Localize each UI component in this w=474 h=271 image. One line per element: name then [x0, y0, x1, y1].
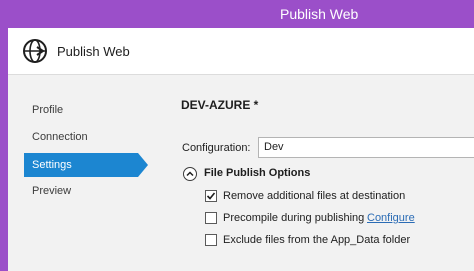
nav-item-settings[interactable]: Settings	[24, 153, 138, 177]
configuration-select[interactable]: Dev	[258, 137, 474, 158]
exclude-app-data-label: Exclude files from the App_Data folder	[223, 234, 411, 246]
configure-link[interactable]: Configure	[367, 212, 415, 224]
nav-item-connection[interactable]: Connection	[24, 125, 138, 149]
publish-web-window: Publish Web Publish Web Profile Connecti…	[0, 0, 474, 271]
dialog-title: Publish Web	[57, 44, 130, 59]
window-title: Publish Web	[280, 6, 359, 22]
remove-files-checkbox[interactable]	[205, 190, 217, 202]
section-title: File Publish Options	[204, 167, 311, 179]
configuration-label: Configuration:	[182, 142, 251, 154]
title-bar: Publish Web	[0, 0, 474, 28]
remove-files-label: Remove additional files at destination	[223, 190, 406, 202]
exclude-app-data-checkbox[interactable]	[205, 234, 217, 246]
window-left-border	[0, 28, 8, 271]
selected-nav-pointer	[138, 153, 148, 177]
dialog-header: Publish Web	[8, 28, 474, 75]
nav-item-profile[interactable]: Profile	[24, 98, 138, 122]
collapse-chevron-icon[interactable]	[183, 167, 197, 181]
globe-arrow-icon	[23, 39, 47, 63]
precompile-checkbox[interactable]	[205, 212, 217, 224]
precompile-label: Precompile during publishing	[223, 212, 365, 224]
nav-item-preview[interactable]: Preview	[24, 179, 138, 203]
profile-name: DEV-AZURE *	[181, 98, 259, 112]
